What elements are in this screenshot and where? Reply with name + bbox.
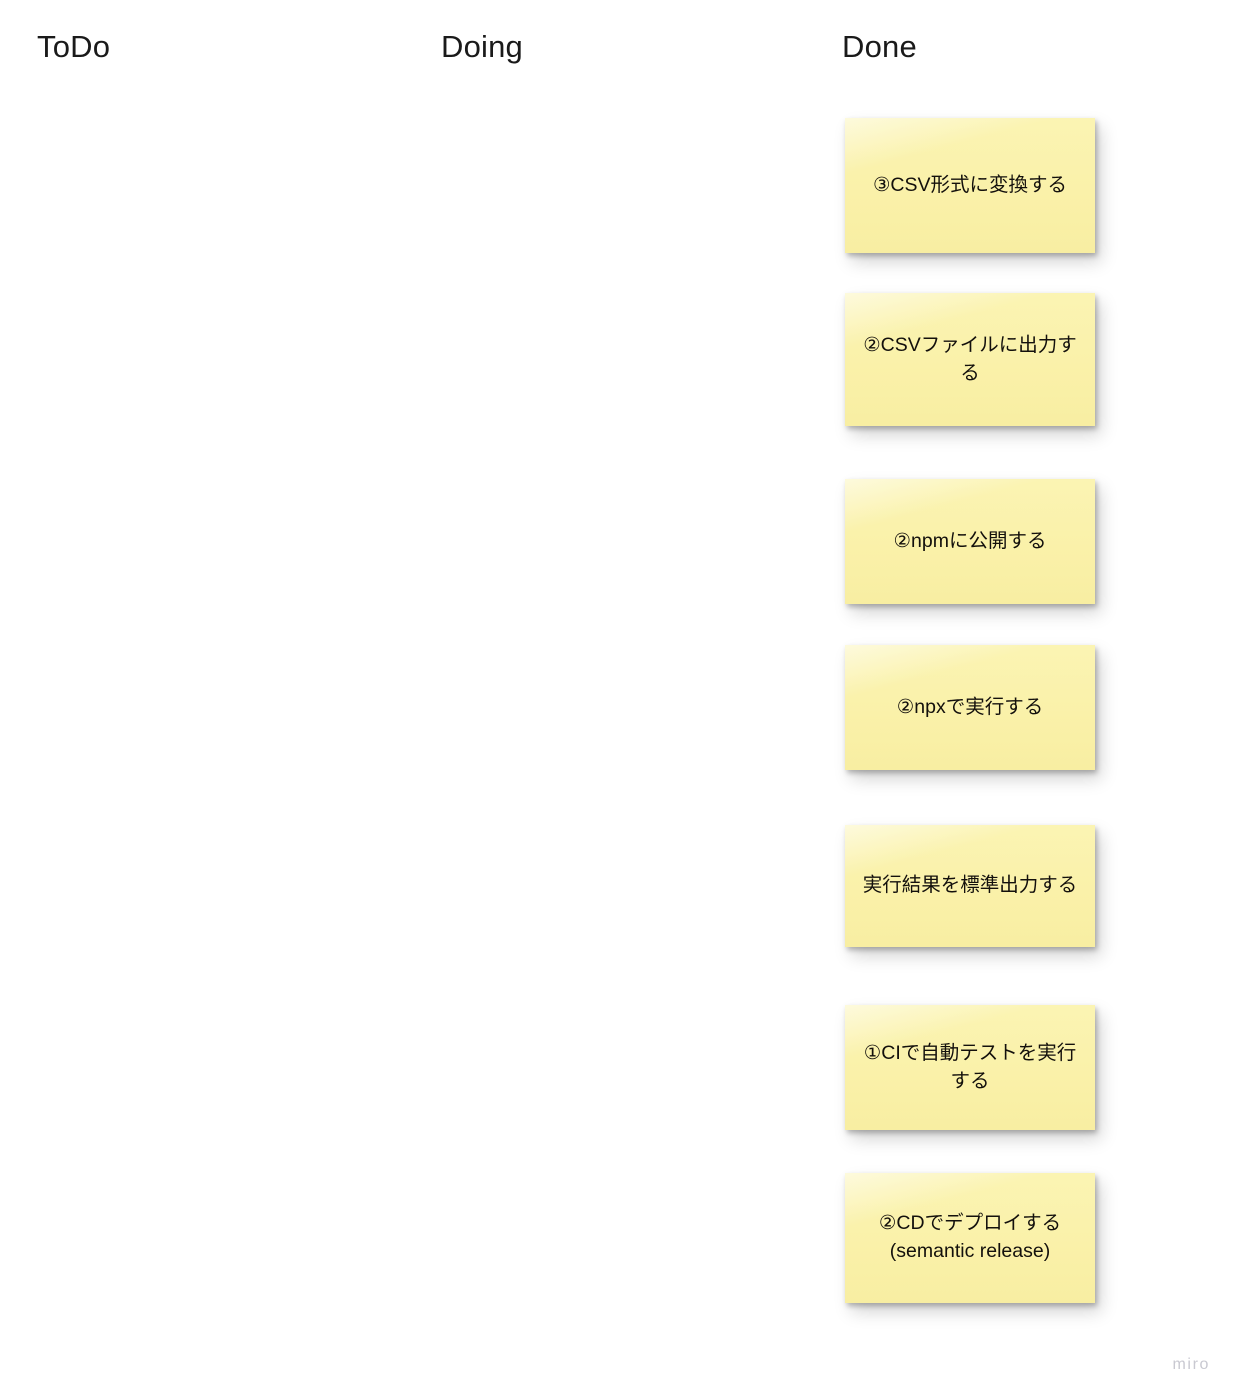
sticky-note[interactable]: ②npmに公開する <box>845 479 1095 604</box>
column-header-todo[interactable]: ToDo <box>37 31 110 62</box>
sticky-note-text: ③CSV形式に変換する <box>872 173 1068 196</box>
column-todo <box>20 90 420 1340</box>
sticky-note[interactable]: 実行結果を標準出力する <box>845 825 1095 947</box>
sticky-note-text: 実行結果を標準出力する <box>862 874 1078 897</box>
sticky-note[interactable]: ②CSVファイルに出力する <box>845 293 1095 426</box>
sticky-note[interactable]: ①CIで自動テストを実行する <box>845 1005 1095 1130</box>
sticky-note[interactable]: ③CSV形式に変換する <box>845 118 1095 253</box>
sticky-note-text: ②npxで実行する <box>896 695 1044 718</box>
sticky-note-text: ②CDでデプロイする (semantic release) <box>878 1212 1062 1262</box>
kanban-board: ToDo Doing Done ③CSV形式に変換する ②CSVファイルに出力する… <box>0 0 1233 1400</box>
column-doing <box>424 90 824 1340</box>
sticky-note[interactable]: ②npxで実行する <box>845 645 1095 770</box>
sticky-note-text: ②CSVファイルに出力する <box>863 333 1077 384</box>
column-header-doing[interactable]: Doing <box>441 31 523 62</box>
column-done: ③CSV形式に変換する ②CSVファイルに出力する ②npmに公開する ②npxで実行… <box>826 90 1226 1340</box>
sticky-note[interactable]: ②CDでデプロイする (semantic release) <box>845 1173 1095 1303</box>
sticky-note-text: ②npmに公開する <box>893 529 1047 552</box>
column-header-done[interactable]: Done <box>842 31 917 62</box>
miro-watermark: miro <box>1172 1356 1210 1373</box>
sticky-note-text: ①CIで自動テストを実行する <box>863 1041 1077 1092</box>
